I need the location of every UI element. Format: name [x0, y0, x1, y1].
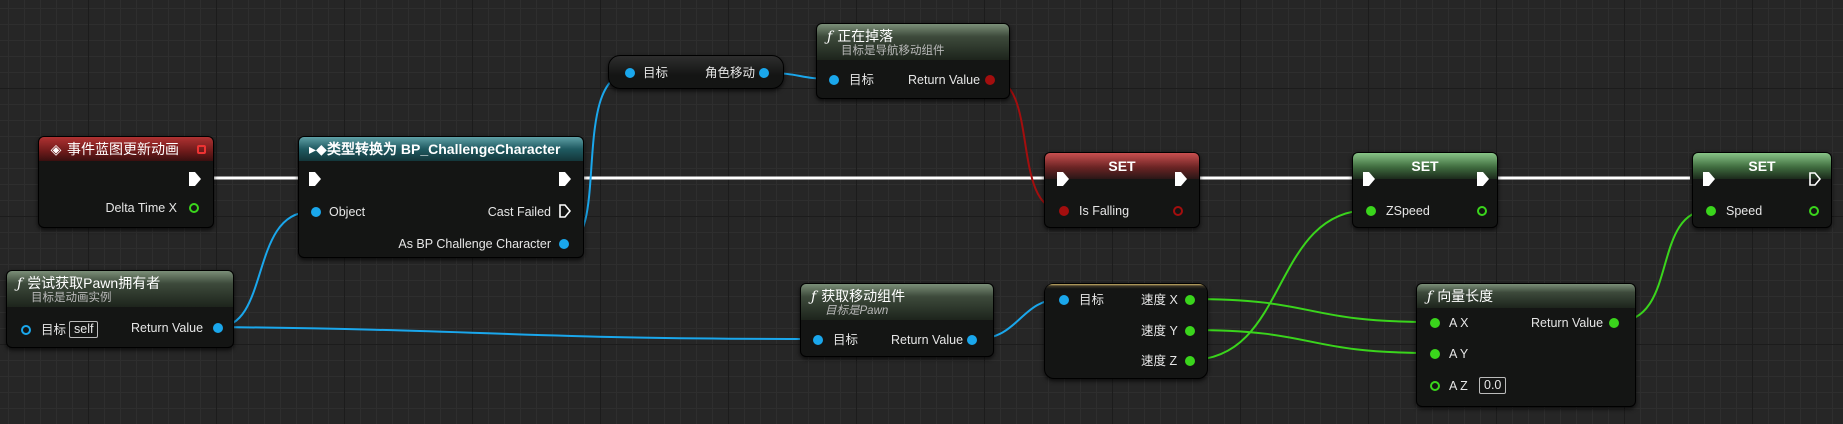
getmove-target-label: 目标 — [833, 333, 859, 347]
getmove-return-label: Return Value — [891, 333, 964, 347]
character-movement-node[interactable]: 目标 角色移动 — [608, 55, 784, 89]
is-falling-node[interactable]: ƒ 正在掉落 目标是导航移动组件 目标 Return Value — [816, 23, 1010, 99]
getmove-return-pin[interactable] — [967, 335, 977, 345]
getmove-title: 获取移动组件 — [821, 288, 906, 304]
set-speed-in-pin[interactable] — [1706, 206, 1716, 216]
falling-target-label: 目标 — [849, 73, 875, 87]
set-speed-exec-out[interactable] — [1809, 172, 1821, 186]
function-icon: ƒ — [17, 276, 23, 292]
owner-subtitle: 目标是动画实例 — [31, 292, 112, 304]
set-speed-out-pin[interactable] — [1809, 206, 1819, 216]
set-zspeed-var-label: ZSpeed — [1386, 204, 1430, 218]
owner-target-pin[interactable] — [21, 325, 31, 335]
breakvec-y-pin[interactable] — [1185, 326, 1195, 336]
set-falling-in-pin[interactable] — [1059, 206, 1069, 216]
falling-target-pin[interactable] — [829, 75, 839, 85]
owner-return-pin[interactable] — [213, 323, 223, 333]
owner-title: 尝试获取Pawn拥有者 — [27, 275, 161, 291]
breakvec-y-label: 速度 Y — [1141, 324, 1178, 338]
event-delegate-icon[interactable] — [197, 145, 206, 154]
cast-as-pin[interactable] — [559, 239, 569, 249]
event-diamond-icon: ◈ — [50, 141, 62, 157]
set-zspeed-exec-in[interactable] — [1363, 172, 1375, 186]
cast-exec-out-pin[interactable] — [559, 172, 571, 186]
falling-return-label: Return Value — [908, 73, 981, 87]
veclen-az-pin[interactable] — [1430, 381, 1440, 391]
get-movement-component-node[interactable]: ƒ 获取移动组件 目标是Pawn 目标 Return Value — [800, 283, 994, 357]
cast-node[interactable]: ▸◆类型转换为 BP_ChallengeCharacter Object Cas… — [298, 136, 584, 258]
set-falling-var-label: Is Falling — [1079, 204, 1130, 218]
breakvec-x-label: 速度 X — [1141, 293, 1178, 307]
exec-out-pin[interactable] — [189, 172, 201, 186]
cast-object-pin[interactable] — [311, 207, 321, 217]
breakvec-target-pin[interactable] — [1059, 295, 1069, 305]
cast-arrow-icon: ▸◆ — [309, 141, 327, 157]
veclen-return-label: Return Value — [1531, 316, 1604, 330]
cast-failed-pin[interactable] — [559, 204, 571, 218]
break-velocity-node[interactable]: 目标 速度 X 速度 Y 速度 Z — [1044, 283, 1208, 379]
set-falling-exec-out[interactable] — [1175, 172, 1187, 186]
set-zspeed-in-pin[interactable] — [1366, 206, 1376, 216]
set-zspeed-exec-out[interactable] — [1477, 172, 1489, 186]
veclen-title: 向量长度 — [1437, 288, 1494, 304]
getmove-target-pin[interactable] — [813, 335, 823, 345]
cast-failed-label: Cast Failed — [487, 205, 551, 219]
charmove-target-pin[interactable] — [625, 68, 635, 78]
breakvec-x-pin[interactable] — [1185, 295, 1195, 305]
cast-title: 类型转换为 BP_ChallengeCharacter — [327, 141, 561, 157]
falling-return-pin[interactable] — [985, 75, 995, 85]
cast-object-label: Object — [329, 205, 366, 219]
set-zspeed-node[interactable]: SET ZSpeed — [1352, 152, 1498, 228]
delta-time-label: Delta Time X — [105, 201, 177, 215]
breakvec-z-pin[interactable] — [1185, 356, 1195, 366]
veclen-ax-pin[interactable] — [1430, 318, 1440, 328]
charmove-output-label: 角色移动 — [705, 66, 756, 80]
delta-time-pin[interactable] — [189, 203, 199, 213]
function-icon: ƒ — [1427, 289, 1433, 305]
veclen-az-label: A Z — [1449, 379, 1468, 393]
cast-as-label: As BP Challenge Character — [398, 237, 551, 251]
object-wire — [217, 326, 817, 340]
set-speed-exec-in[interactable] — [1703, 172, 1715, 186]
veclen-ay-pin[interactable] — [1430, 349, 1440, 359]
set-is-falling-node[interactable]: SET Is Falling — [1044, 152, 1200, 228]
set-speed-node[interactable]: SET Speed — [1692, 152, 1832, 228]
self-literal[interactable]: self — [69, 321, 99, 338]
veclen-ax-label: A X — [1449, 316, 1469, 330]
getmove-subtitle: 目标是Pawn — [825, 305, 889, 317]
float-wire — [1189, 298, 1433, 323]
float-wire — [1189, 209, 1371, 361]
cast-exec-in-pin[interactable] — [309, 172, 321, 186]
falling-title: 正在掉落 — [837, 28, 894, 44]
function-icon: ƒ — [827, 29, 833, 45]
event-title: 事件蓝图更新动画 — [67, 141, 179, 157]
event-node[interactable]: ◈ 事件蓝图更新动画 Delta Time X — [38, 136, 214, 228]
owner-target-label: 目标 — [41, 323, 67, 337]
vector-length-node[interactable]: ƒ 向量长度 A X Return Value A Y A Z 0.0 — [1416, 283, 1636, 407]
breakvec-target-label: 目标 — [1079, 293, 1105, 307]
charmove-output-pin[interactable] — [759, 68, 769, 78]
veclen-az-input[interactable]: 0.0 — [1479, 377, 1507, 394]
owner-return-label: Return Value — [131, 321, 204, 335]
set-speed-var-label: Speed — [1726, 204, 1763, 218]
float-wire — [1189, 329, 1433, 354]
set-falling-exec-in[interactable] — [1057, 172, 1069, 186]
breakvec-z-label: 速度 Z — [1141, 354, 1178, 368]
get-pawn-owner-node[interactable]: ƒ 尝试获取Pawn拥有者 目标是动画实例 目标 self Return Valu… — [6, 270, 234, 348]
set-zspeed-out-pin[interactable] — [1477, 206, 1487, 216]
falling-subtitle: 目标是导航移动组件 — [841, 45, 945, 57]
charmove-target-label: 目标 — [643, 66, 669, 80]
veclen-return-pin[interactable] — [1609, 318, 1619, 328]
veclen-ay-label: A Y — [1449, 347, 1469, 361]
set-falling-out-pin[interactable] — [1173, 206, 1183, 216]
function-icon: ƒ — [811, 289, 817, 305]
